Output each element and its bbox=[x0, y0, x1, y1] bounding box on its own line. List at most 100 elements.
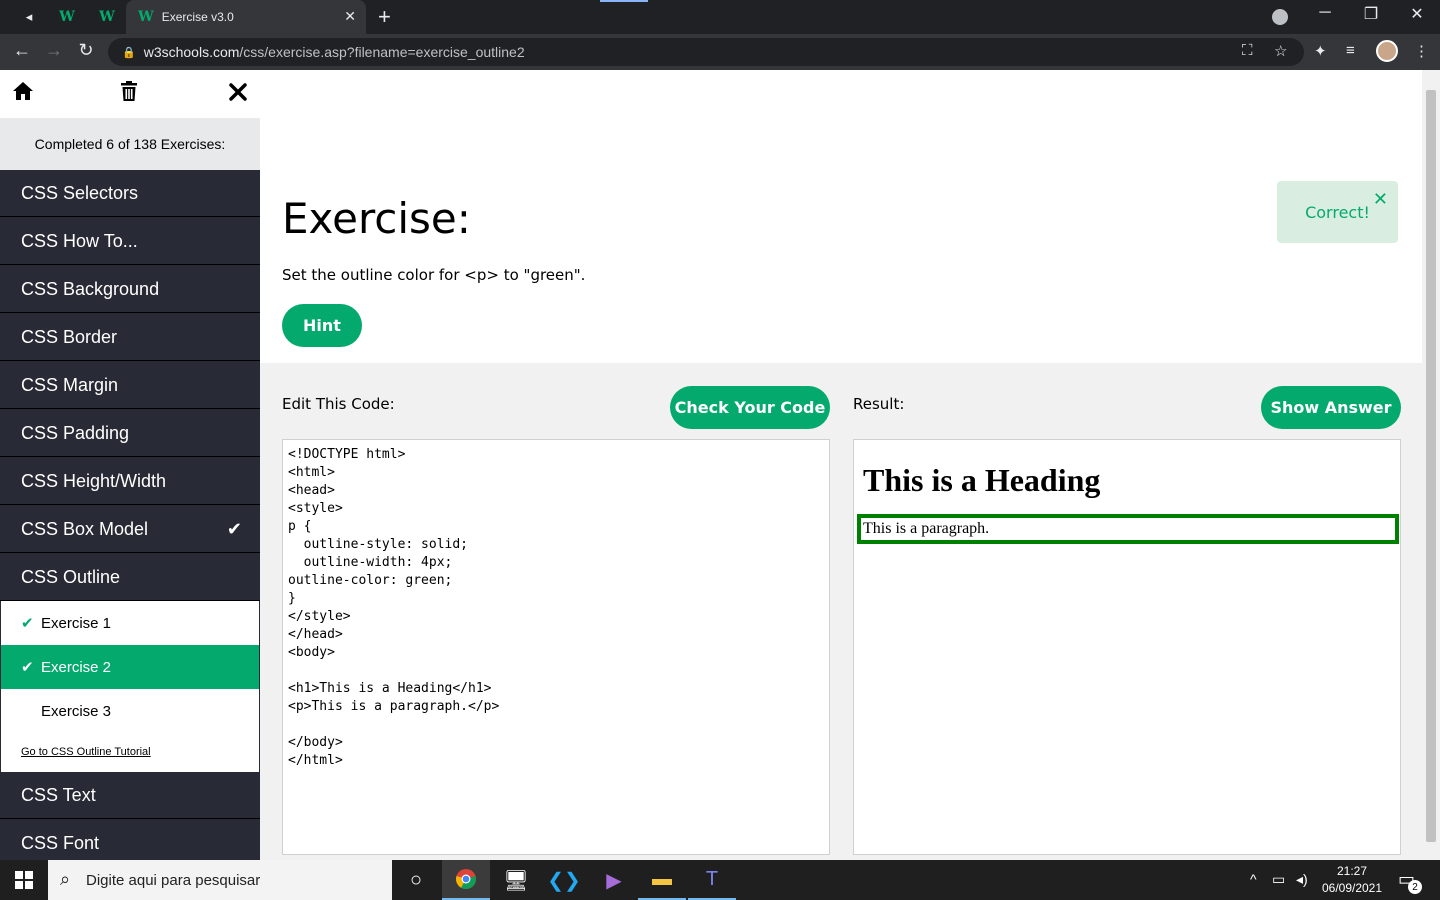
tab-search-icon[interactable] bbox=[1272, 9, 1288, 25]
outline-exercise-list: ✔ Exercise 1 ✔ Exercise 2 Exercise 3 Go … bbox=[1, 601, 259, 772]
tray-chevron-icon[interactable]: ^ bbox=[1250, 871, 1257, 887]
lock-icon: 🔒 bbox=[122, 46, 136, 59]
code-line: outline-style: solid; bbox=[288, 537, 469, 552]
taskbar-clock[interactable]: 21:27 06/09/2021 bbox=[1316, 863, 1388, 897]
profile-avatar[interactable] bbox=[1376, 40, 1398, 62]
w3schools-logo-icon: W bbox=[59, 9, 75, 25]
sub-item-exercise-2[interactable]: ✔ Exercise 2 bbox=[1, 645, 259, 689]
sidebar-item-css-padding[interactable]: CSS Padding bbox=[0, 410, 260, 457]
browser-tab-bar: ◂ W W W Exercise v3.0 ✕ + ─ ❐ ✕ bbox=[0, 0, 1440, 34]
sub-item-label: Exercise 2 bbox=[41, 658, 112, 676]
bookmark-star-icon[interactable]: ☆ bbox=[1274, 42, 1287, 60]
code-line: outline-color: green; bbox=[288, 573, 453, 588]
sidebar-item-css-how-to[interactable]: CSS How To... bbox=[0, 218, 260, 265]
sidebar-item-label: CSS Selectors bbox=[21, 182, 139, 203]
sidebar-item-css-box-model[interactable]: CSS Box Model ✔ bbox=[0, 506, 260, 553]
sidebar-item-css-font[interactable]: CSS Font bbox=[0, 820, 260, 860]
url-host: w3schools.com bbox=[143, 44, 240, 60]
remote-desktop-icon[interactable]: 🖥 bbox=[492, 860, 540, 900]
close-icon[interactable] bbox=[229, 80, 247, 108]
hint-button[interactable]: Hint bbox=[282, 304, 362, 347]
forward-icon[interactable]: → bbox=[42, 40, 66, 61]
code-line: <p>This is a paragraph.</p> bbox=[288, 699, 500, 714]
sub-item-exercise-3[interactable]: Exercise 3 bbox=[1, 689, 259, 733]
pinned-tab-w3schools-1[interactable]: W bbox=[52, 6, 82, 28]
sidebar-item-css-text[interactable]: CSS Text bbox=[0, 772, 260, 819]
show-answer-button[interactable]: Show Answer bbox=[1261, 386, 1401, 429]
minimize-button[interactable]: ─ bbox=[1302, 4, 1348, 22]
code-line: <head> bbox=[288, 483, 335, 498]
new-tab-button[interactable]: + bbox=[378, 4, 391, 30]
file-explorer-icon[interactable]: ▬ bbox=[638, 860, 686, 900]
visual-studio-icon[interactable]: ▶ bbox=[590, 860, 638, 900]
code-line: <html> bbox=[288, 465, 335, 480]
close-icon[interactable]: ✕ bbox=[1373, 191, 1388, 209]
w3schools-logo-icon: W bbox=[99, 9, 115, 25]
speaker-icon: ◂ bbox=[25, 9, 33, 24]
tutorial-link[interactable]: Go to CSS Outline Tutorial bbox=[21, 746, 151, 758]
browser-toolbar: ← → ↻ 🔒 w3schools.com/css/exercise.asp?f… bbox=[0, 34, 1440, 70]
windows-taskbar: ⌕ Digite aqui para pesquisar ○ 🖥 ❮❯ ▶ ▬ … bbox=[0, 860, 1440, 900]
close-window-button[interactable]: ✕ bbox=[1394, 4, 1440, 24]
tab-title: Exercise v3.0 bbox=[161, 10, 234, 24]
scrollbar-thumb[interactable] bbox=[1426, 90, 1436, 842]
sidebar-item-label: CSS Margin bbox=[21, 374, 119, 395]
sidebar-item-css-border[interactable]: CSS Border bbox=[0, 314, 260, 361]
sidebar-item-label: CSS Height/Width bbox=[21, 470, 167, 491]
code-line: } bbox=[288, 591, 296, 606]
reading-list-icon[interactable]: ≡ bbox=[1346, 42, 1355, 59]
sidebar-item-css-outline[interactable]: CSS Outline bbox=[0, 554, 260, 601]
sidebar-item-css-selectors[interactable]: CSS Selectors bbox=[0, 170, 260, 217]
result-preview: This is a Heading This is a paragraph. bbox=[853, 439, 1401, 855]
teams-icon[interactable]: T bbox=[688, 860, 736, 900]
start-button[interactable] bbox=[0, 860, 48, 900]
pinned-tab-w3schools-2[interactable]: W bbox=[92, 6, 122, 28]
sidebar-item-label: CSS Box Model bbox=[21, 518, 149, 539]
network-icon[interactable]: ▭ bbox=[1272, 871, 1285, 888]
sidebar-item-css-margin[interactable]: CSS Margin bbox=[0, 362, 260, 409]
menu-kebab-icon[interactable]: ⋮ bbox=[1414, 42, 1429, 60]
cortana-icon[interactable]: ○ bbox=[392, 860, 440, 900]
sidebar-toolbar bbox=[0, 70, 260, 118]
code-line: ​ bbox=[288, 716, 824, 734]
search-placeholder: Digite aqui para pesquisar bbox=[86, 871, 261, 889]
sidebar-item-label: CSS Border bbox=[21, 326, 118, 347]
sidebar-item-label: CSS Text bbox=[21, 784, 96, 805]
trash-icon[interactable] bbox=[119, 80, 139, 108]
code-editor[interactable]: <!DOCTYPE html> <html> <head> <style> p { ou… bbox=[282, 439, 830, 855]
exercise-sidebar: Completed 6 of 138 Exercises: CSS Select… bbox=[0, 70, 260, 860]
windows-logo-icon bbox=[15, 871, 33, 889]
edit-code-label: Edit This Code: bbox=[282, 395, 395, 413]
chrome-icon[interactable] bbox=[442, 860, 490, 900]
correct-notification: Correct! ✕ bbox=[1277, 181, 1398, 243]
address-bar[interactable]: 🔒 w3schools.com/css/exercise.asp?filenam… bbox=[108, 38, 1304, 66]
code-line: </html> bbox=[288, 753, 343, 768]
sub-item-exercise-1[interactable]: ✔ Exercise 1 bbox=[1, 601, 259, 645]
clock-time: 21:27 bbox=[1336, 864, 1368, 878]
back-icon[interactable]: ← bbox=[10, 40, 34, 61]
sidebar-item-label: CSS Background bbox=[21, 278, 160, 299]
result-heading: This is a Heading bbox=[863, 462, 1101, 498]
taskbar-search[interactable]: ⌕ Digite aqui para pesquisar bbox=[48, 860, 392, 900]
check-code-button[interactable]: Check Your Code bbox=[670, 386, 830, 429]
close-tab-icon[interactable]: ✕ bbox=[344, 8, 356, 25]
home-icon[interactable] bbox=[11, 80, 35, 108]
sub-item-label: Exercise 1 bbox=[41, 614, 112, 632]
result-paragraph: This is a paragraph. bbox=[857, 514, 1399, 544]
pinned-tab-audio[interactable]: ◂ bbox=[14, 6, 44, 28]
volume-icon[interactable]: ◂) bbox=[1296, 871, 1308, 888]
vscode-icon[interactable]: ❮❯ bbox=[540, 860, 588, 900]
tab-exercise[interactable]: W Exercise v3.0 ✕ bbox=[126, 0, 366, 34]
sidebar-item-label: CSS Font bbox=[21, 832, 100, 853]
sidebar-item-css-background[interactable]: CSS Background bbox=[0, 266, 260, 313]
restore-button[interactable]: ❐ bbox=[1348, 4, 1394, 24]
clock-date: 06/09/2021 bbox=[1321, 881, 1383, 895]
translate-icon[interactable]: ⛶ bbox=[1242, 42, 1253, 59]
extensions-icon[interactable]: ✦ bbox=[1314, 42, 1327, 60]
result-label: Result: bbox=[853, 395, 905, 413]
sidebar-item-css-height-width[interactable]: CSS Height/Width bbox=[0, 458, 260, 505]
exercise-instruction: Set the outline color for <p> to "green"… bbox=[282, 266, 586, 284]
reload-icon[interactable]: ↻ bbox=[74, 40, 98, 61]
code-line: </body> bbox=[288, 735, 343, 750]
code-line: p { bbox=[288, 519, 312, 534]
